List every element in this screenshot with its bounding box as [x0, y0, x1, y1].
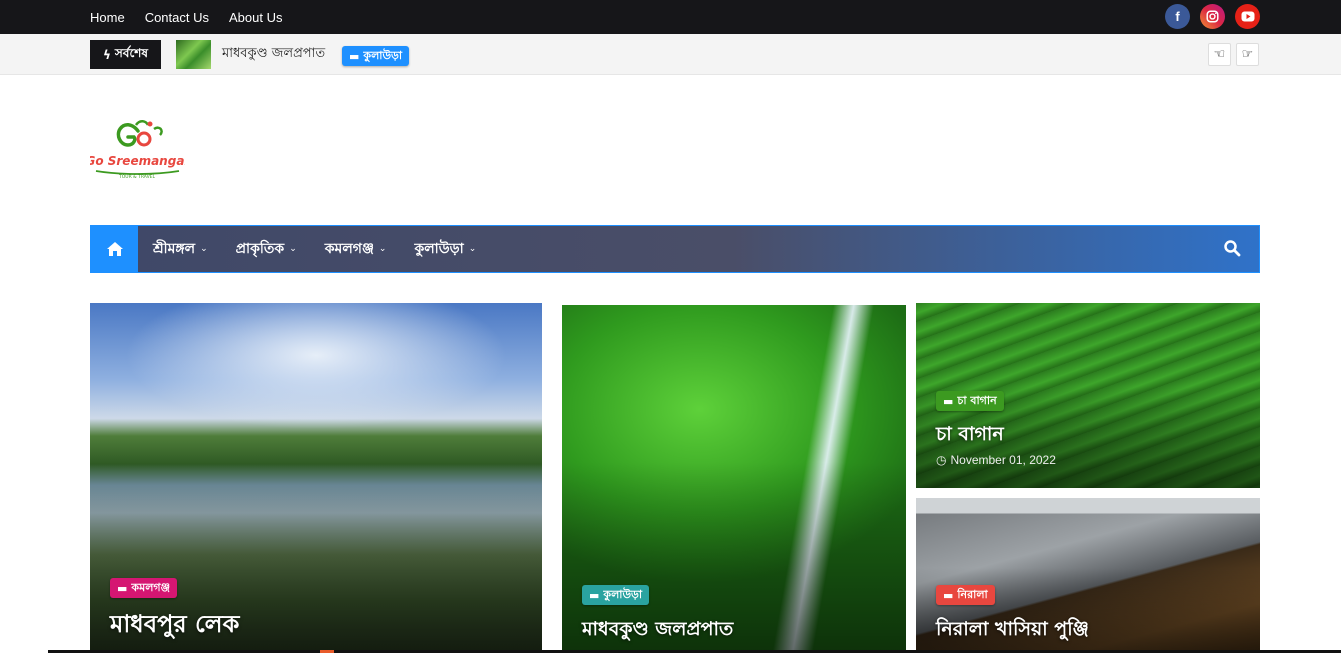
- category-badge[interactable]: ▬ চা বাগান: [936, 391, 1004, 411]
- category-badge[interactable]: ▬ কমলগঞ্জ: [110, 578, 178, 598]
- chevron-down-icon: ⌄: [378, 244, 387, 254]
- menu-label: কমলগঞ্জ: [324, 241, 374, 257]
- menu-label: প্রাকৃতিক: [235, 241, 285, 257]
- category-label: নিরালা: [957, 587, 988, 601]
- post-date: ◷ November 01, 2022: [936, 453, 1056, 467]
- ticker-label: ϟ সর্বশেষ: [90, 40, 161, 69]
- nav-link-about[interactable]: About Us: [229, 10, 282, 25]
- clock-icon: ◷: [936, 453, 947, 467]
- bolt-icon: ϟ: [102, 47, 111, 62]
- top-nav: Home Contact Us About Us: [90, 0, 282, 34]
- hand-left-icon[interactable]: ☜: [1208, 43, 1231, 66]
- youtube-icon[interactable]: [1235, 4, 1260, 29]
- ticker-label-text: সর্বশেষ: [114, 45, 149, 60]
- search-icon[interactable]: [1223, 239, 1243, 259]
- search-glyph: [1224, 240, 1241, 257]
- category-label: চা বাগান: [957, 393, 997, 407]
- instagram-icon[interactable]: [1200, 4, 1225, 29]
- post-date-text: November 01, 2022: [950, 453, 1056, 467]
- category-label: কুলাউড়া: [603, 587, 643, 601]
- chevron-down-icon: ⌄: [468, 244, 477, 254]
- menu-item-kamalganj[interactable]: কমলগঞ্জ ⌄: [325, 237, 387, 261]
- main-menu: শ্রীমঙ্গল ⌄ প্রাকৃতিক ⌄ কমলগঞ্জ ⌄ কুলাউড়া ⌄: [153, 226, 476, 272]
- menu-item-sreemangal[interactable]: শ্রীমঙ্গল ⌄: [153, 237, 208, 261]
- site-logo[interactable]: Go Sreemangal TOUR & TRAVEL: [85, 115, 189, 185]
- menu-item-kulaura[interactable]: কুলাউড়া ⌄: [414, 237, 476, 261]
- category-badge[interactable]: ▬ কুলাউড়া: [582, 585, 650, 605]
- social-links: f: [1165, 4, 1260, 29]
- menu-label: কুলাউড়া: [414, 241, 464, 257]
- folder-icon: ▬: [943, 394, 954, 408]
- folder-icon: ▬: [349, 49, 360, 63]
- main-navigation: শ্রীমঙ্গল ⌄ প্রাকৃতিক ⌄ কমলগঞ্জ ⌄ কুলাউড়া ⌄: [90, 225, 1260, 273]
- folder-icon: ▬: [589, 588, 600, 602]
- post-title[interactable]: নিরালা খাসিয়া পুঞ্জি: [936, 615, 1089, 647]
- ticker-category-badge[interactable]: ▬ কুলাউড়া: [342, 46, 410, 66]
- post-title[interactable]: মাধবপুর লেক: [110, 606, 239, 646]
- ticker-badge-label: কুলাউড়া: [363, 48, 403, 62]
- nav-link-home[interactable]: Home: [90, 10, 125, 25]
- home-button[interactable]: [91, 226, 138, 272]
- breaking-news-ticker: ϟ সর্বশেষ মাধবকুণ্ড জলপ্রপাত ▬ কুলাউড়া …: [0, 34, 1341, 75]
- ticker-title[interactable]: মাধবকুণ্ড জলপ্রপাত: [222, 34, 325, 75]
- nav-link-contact[interactable]: Contact Us: [145, 10, 209, 25]
- category-badge[interactable]: ▬ নিরালা: [936, 585, 995, 605]
- featured-post-1-text: [90, 303, 542, 653]
- menu-item-nature[interactable]: প্রাকৃতিক ⌄: [236, 237, 297, 261]
- folder-icon: ▬: [117, 581, 128, 595]
- hand-right-icon[interactable]: ☞: [1236, 43, 1259, 66]
- facebook-icon[interactable]: f: [1165, 4, 1190, 29]
- youtube-glyph: [1241, 11, 1254, 22]
- logo-graphic: Go Sreemangal TOUR & TRAVEL: [85, 120, 189, 180]
- instagram-glyph: [1206, 10, 1219, 23]
- category-label: কমলগঞ্জ: [131, 580, 171, 594]
- logo-tagline: TOUR & TRAVEL: [118, 174, 155, 180]
- chevron-down-icon: ⌄: [200, 244, 208, 254]
- logo-wordmark: Go Sreemangal: [90, 154, 185, 168]
- ticker-thumbnail[interactable]: [176, 40, 211, 69]
- post-title[interactable]: মাধবকুণ্ড জলপ্রপাত: [582, 615, 733, 647]
- home-icon: [106, 242, 123, 256]
- menu-label: শ্রীমঙ্গল: [153, 241, 196, 257]
- chevron-down-icon: ⌄: [289, 244, 297, 254]
- folder-icon: ▬: [943, 588, 954, 602]
- post-title[interactable]: চা বাগান: [936, 420, 1004, 452]
- top-bar: Home Contact Us About Us f: [0, 0, 1341, 34]
